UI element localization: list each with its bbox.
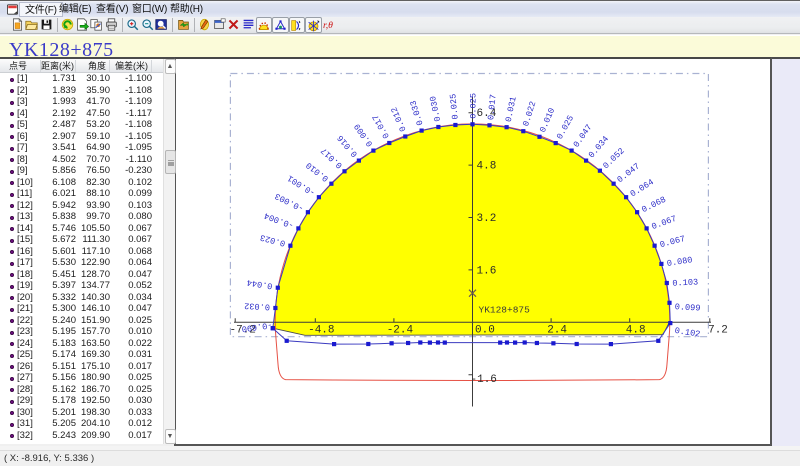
svg-text:0.044: 0.044 — [246, 277, 273, 291]
svg-text:0.033: 0.033 — [408, 99, 425, 127]
svg-text:0.016: 0.016 — [335, 133, 359, 159]
svg-text:0.032: 0.032 — [244, 300, 270, 311]
svg-text:0.080: 0.080 — [666, 255, 693, 269]
svg-text:-1.6: -1.6 — [471, 374, 497, 386]
svg-text:2.4: 2.4 — [547, 325, 567, 337]
svg-text:0.025: 0.025 — [555, 114, 576, 141]
svg-text:-4.8: -4.8 — [308, 325, 334, 337]
svg-text:0.010: 0.010 — [304, 160, 331, 184]
svg-text:0.067: 0.067 — [659, 234, 686, 250]
svg-text:0.025: 0.025 — [448, 93, 461, 120]
svg-text:0.010: 0.010 — [538, 106, 557, 134]
svg-text:0.102: 0.102 — [674, 326, 701, 340]
svg-text:0.022: 0.022 — [521, 100, 538, 128]
svg-text:0.031: 0.031 — [504, 96, 519, 123]
svg-text:YK128+875: YK128+875 — [479, 305, 531, 316]
svg-text:3.2: 3.2 — [477, 213, 497, 225]
svg-text:-2.4: -2.4 — [387, 325, 414, 337]
svg-text:0.103: 0.103 — [672, 277, 698, 288]
svg-text:0.025: 0.025 — [469, 93, 479, 119]
svg-text:-0.003: -0.003 — [273, 191, 305, 214]
svg-text:4.8: 4.8 — [626, 325, 646, 337]
svg-text:0.030: 0.030 — [428, 95, 443, 122]
svg-text:0.068: 0.068 — [640, 195, 668, 215]
svg-text:7.2: 7.2 — [708, 325, 728, 337]
svg-text:0.023: 0.023 — [259, 232, 286, 248]
svg-text:0.052: 0.052 — [601, 146, 627, 171]
svg-text:0.0: 0.0 — [475, 325, 495, 337]
svg-text:0.034: 0.034 — [587, 134, 611, 160]
svg-text:-0.001: -0.001 — [286, 173, 318, 198]
svg-text:0.064: 0.064 — [629, 177, 656, 199]
svg-text:0.017: 0.017 — [371, 113, 392, 140]
svg-text:0.047: 0.047 — [615, 161, 642, 185]
svg-text:0.017: 0.017 — [319, 145, 345, 170]
svg-text:4.8: 4.8 — [477, 161, 497, 173]
svg-text:-0.690: -0.690 — [241, 320, 273, 334]
svg-text:0.047: 0.047 — [571, 123, 594, 150]
svg-text:0.067: 0.067 — [650, 214, 678, 232]
svg-text:0.017: 0.017 — [486, 94, 499, 121]
svg-text:0.009: 0.009 — [352, 122, 375, 149]
svg-text:0.012: 0.012 — [389, 105, 408, 133]
svg-text:-0.004: -0.004 — [263, 210, 295, 230]
svg-text:1.6: 1.6 — [477, 265, 497, 277]
svg-text:0.099: 0.099 — [674, 302, 700, 313]
